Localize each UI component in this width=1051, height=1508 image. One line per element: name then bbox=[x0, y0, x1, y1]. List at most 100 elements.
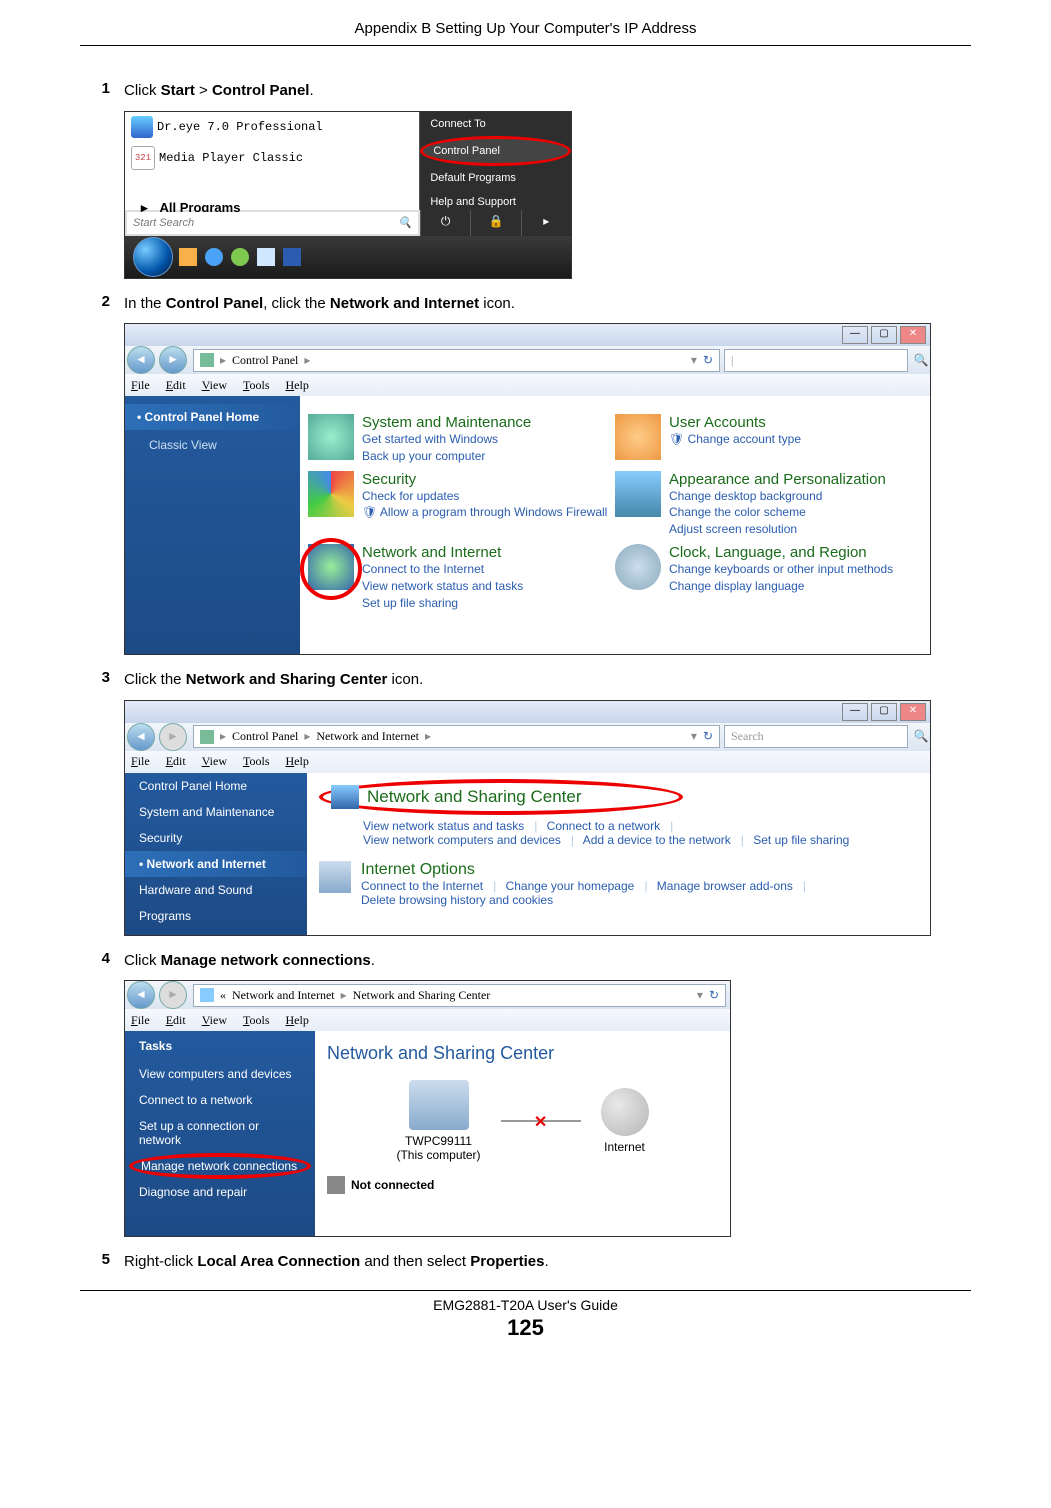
cat-appearance[interactable]: Appearance and PersonalizationChange des… bbox=[615, 471, 922, 538]
dropdown-icon[interactable]: ▾ bbox=[691, 729, 697, 744]
start-orb-icon[interactable] bbox=[133, 237, 173, 277]
taskbar-app-icon[interactable] bbox=[283, 248, 301, 266]
refresh-icon[interactable]: ↻ bbox=[703, 353, 713, 368]
refresh-icon[interactable]: ↻ bbox=[703, 729, 713, 744]
menu-tools[interactable]: Tools bbox=[243, 1013, 270, 1028]
link[interactable]: Add a device to the network bbox=[583, 833, 731, 847]
cat-system-maintenance[interactable]: System and MaintenanceGet started with W… bbox=[308, 414, 615, 465]
menu-file[interactable]: File bbox=[131, 1013, 150, 1028]
start-program-mpc[interactable]: 321Media Player Classic bbox=[125, 142, 419, 174]
sep: | bbox=[534, 819, 537, 833]
menu-help[interactable]: Help bbox=[286, 378, 309, 393]
sidebar-diagnose-repair[interactable]: Diagnose and repair bbox=[125, 1179, 315, 1205]
menu-tools[interactable]: Tools bbox=[243, 754, 270, 769]
menu-view[interactable]: View bbox=[202, 378, 227, 393]
sidebar-sec[interactable]: Security bbox=[125, 825, 307, 851]
menu-file[interactable]: File bbox=[131, 754, 150, 769]
link-internet-options[interactable]: Internet Options Connect to the Internet… bbox=[319, 861, 918, 907]
close-button[interactable]: ✕ bbox=[900, 326, 926, 344]
sidebar-classic-view[interactable]: Classic View bbox=[125, 434, 300, 456]
sidebar-cp-home[interactable]: Control Panel Home bbox=[125, 404, 300, 430]
taskbar-folder-icon[interactable] bbox=[179, 248, 197, 266]
cat-link[interactable]: Back up your computer bbox=[362, 448, 531, 465]
minimize-button[interactable]: — bbox=[842, 703, 868, 721]
shutdown-arrow[interactable]: ▸ bbox=[521, 210, 571, 236]
sidebar-manage-network-connections[interactable]: Manage network connections bbox=[129, 1153, 311, 1179]
dropdown-icon[interactable]: ▾ bbox=[691, 353, 697, 368]
back-button[interactable]: ◄ bbox=[127, 981, 155, 1009]
cat-link[interactable]: Change keyboards or other input methods bbox=[669, 561, 893, 578]
lock-button[interactable]: 🔒 bbox=[470, 210, 520, 236]
link[interactable]: Change your homepage bbox=[506, 879, 635, 893]
start-search-input[interactable]: Start Search🔍 bbox=[127, 212, 418, 234]
cat-link[interactable]: Set up file sharing bbox=[362, 595, 523, 612]
menu-edit[interactable]: Edit bbox=[166, 1013, 186, 1028]
taskbar-switch-icon[interactable] bbox=[257, 248, 275, 266]
taskbar-ie-icon[interactable] bbox=[205, 248, 223, 266]
refresh-icon[interactable]: ↻ bbox=[709, 988, 719, 1003]
sidebar-connect-network[interactable]: Connect to a network bbox=[125, 1087, 315, 1113]
cat-security[interactable]: SecurityCheck for updates🛡 Allow a progr… bbox=[308, 471, 615, 538]
start-connect-to[interactable]: Connect To bbox=[420, 112, 571, 136]
search-icon[interactable]: 🔍 bbox=[912, 729, 930, 744]
forward-button[interactable]: ► bbox=[159, 346, 187, 374]
cat-link[interactable]: Check for updates bbox=[362, 488, 607, 505]
menu-view[interactable]: View bbox=[202, 1013, 227, 1028]
forward-button[interactable]: ► bbox=[159, 981, 187, 1009]
menu-view[interactable]: View bbox=[202, 754, 227, 769]
search-box[interactable]: | bbox=[724, 349, 908, 372]
link[interactable]: Set up file sharing bbox=[753, 833, 849, 847]
maximize-button[interactable]: ▢ bbox=[871, 703, 897, 721]
minimize-button[interactable]: — bbox=[842, 326, 868, 344]
cat-link[interactable]: Get started with Windows bbox=[362, 431, 531, 448]
sidebar-ni[interactable]: Network and Internet bbox=[125, 851, 307, 877]
power-button[interactable]: ⏻ bbox=[420, 210, 470, 236]
dropdown-icon[interactable]: ▾ bbox=[697, 988, 703, 1003]
cat-link[interactable]: Connect to the Internet bbox=[362, 561, 523, 578]
menu-file[interactable]: FFileile bbox=[131, 378, 150, 393]
back-button[interactable]: ◄ bbox=[127, 723, 155, 751]
cat-link[interactable]: Change desktop background bbox=[669, 488, 886, 505]
cat-clock-language[interactable]: Clock, Language, and RegionChange keyboa… bbox=[615, 544, 922, 611]
sidebar-cp-home[interactable]: Control Panel Home bbox=[125, 773, 307, 799]
cat-user-accounts[interactable]: User Accounts🛡 Change account type bbox=[615, 414, 922, 465]
cat-link[interactable]: View network status and tasks bbox=[362, 578, 523, 595]
link[interactable]: Delete browsing history and cookies bbox=[361, 893, 553, 907]
sidebar-view-computers[interactable]: View computers and devices bbox=[125, 1061, 315, 1087]
menu-help[interactable]: Help bbox=[286, 1013, 309, 1028]
cat-link[interactable]: 🛡 Change account type bbox=[669, 431, 801, 448]
link[interactable]: View network computers and devices bbox=[363, 833, 561, 847]
bold: Control Panel bbox=[166, 295, 264, 312]
breadcrumb[interactable]: ▸ Control Panel ▸ Network and Internet ▸… bbox=[193, 725, 720, 748]
cat-link[interactable]: Change the color scheme bbox=[669, 504, 886, 521]
menu-edit[interactable]: Edit bbox=[166, 378, 186, 393]
link-network-sharing-center[interactable]: Network and Sharing Center bbox=[319, 779, 683, 815]
maximize-button[interactable]: ▢ bbox=[871, 326, 897, 344]
close-button[interactable]: ✕ bbox=[900, 703, 926, 721]
cat-network-internet[interactable]: Network and InternetConnect to the Inter… bbox=[308, 544, 615, 611]
sidebar-setup-connection[interactable]: Set up a connection or network bbox=[125, 1113, 315, 1153]
cat-link[interactable]: Adjust screen resolution bbox=[669, 521, 886, 538]
cat-link[interactable]: Change display language bbox=[669, 578, 893, 595]
link[interactable]: Manage browser add-ons bbox=[657, 879, 793, 893]
menu-tools[interactable]: Tools bbox=[243, 378, 270, 393]
link[interactable]: Connect to a network bbox=[547, 819, 660, 833]
sidebar-hs[interactable]: Hardware and Sound bbox=[125, 877, 307, 903]
taskbar-wmp-icon[interactable] bbox=[231, 248, 249, 266]
search-icon[interactable]: 🔍 bbox=[912, 353, 930, 368]
sidebar-sm[interactable]: System and Maintenance bbox=[125, 799, 307, 825]
link[interactable]: Connect to the Internet bbox=[361, 879, 483, 893]
cat-link[interactable]: 🛡 Allow a program through Windows Firewa… bbox=[362, 504, 607, 521]
breadcrumb[interactable]: ▸ Control Panel ▸ ▾ ↻ bbox=[193, 349, 720, 372]
menu-edit[interactable]: Edit bbox=[166, 754, 186, 769]
sidebar-pr[interactable]: Programs bbox=[125, 903, 307, 929]
link[interactable]: View network status and tasks bbox=[363, 819, 524, 833]
start-default-programs[interactable]: Default Programs bbox=[420, 166, 571, 190]
start-program-dreye[interactable]: Dr.eye 7.0 Professional bbox=[125, 112, 419, 142]
menu-help[interactable]: Help bbox=[286, 754, 309, 769]
back-button[interactable]: ◄ bbox=[127, 346, 155, 374]
start-control-panel[interactable]: Control Panel bbox=[420, 136, 571, 166]
breadcrumb[interactable]: « Network and Internet ▸ Network and Sha… bbox=[193, 984, 726, 1007]
forward-button[interactable]: ► bbox=[159, 723, 187, 751]
search-box[interactable]: Search bbox=[724, 725, 908, 748]
